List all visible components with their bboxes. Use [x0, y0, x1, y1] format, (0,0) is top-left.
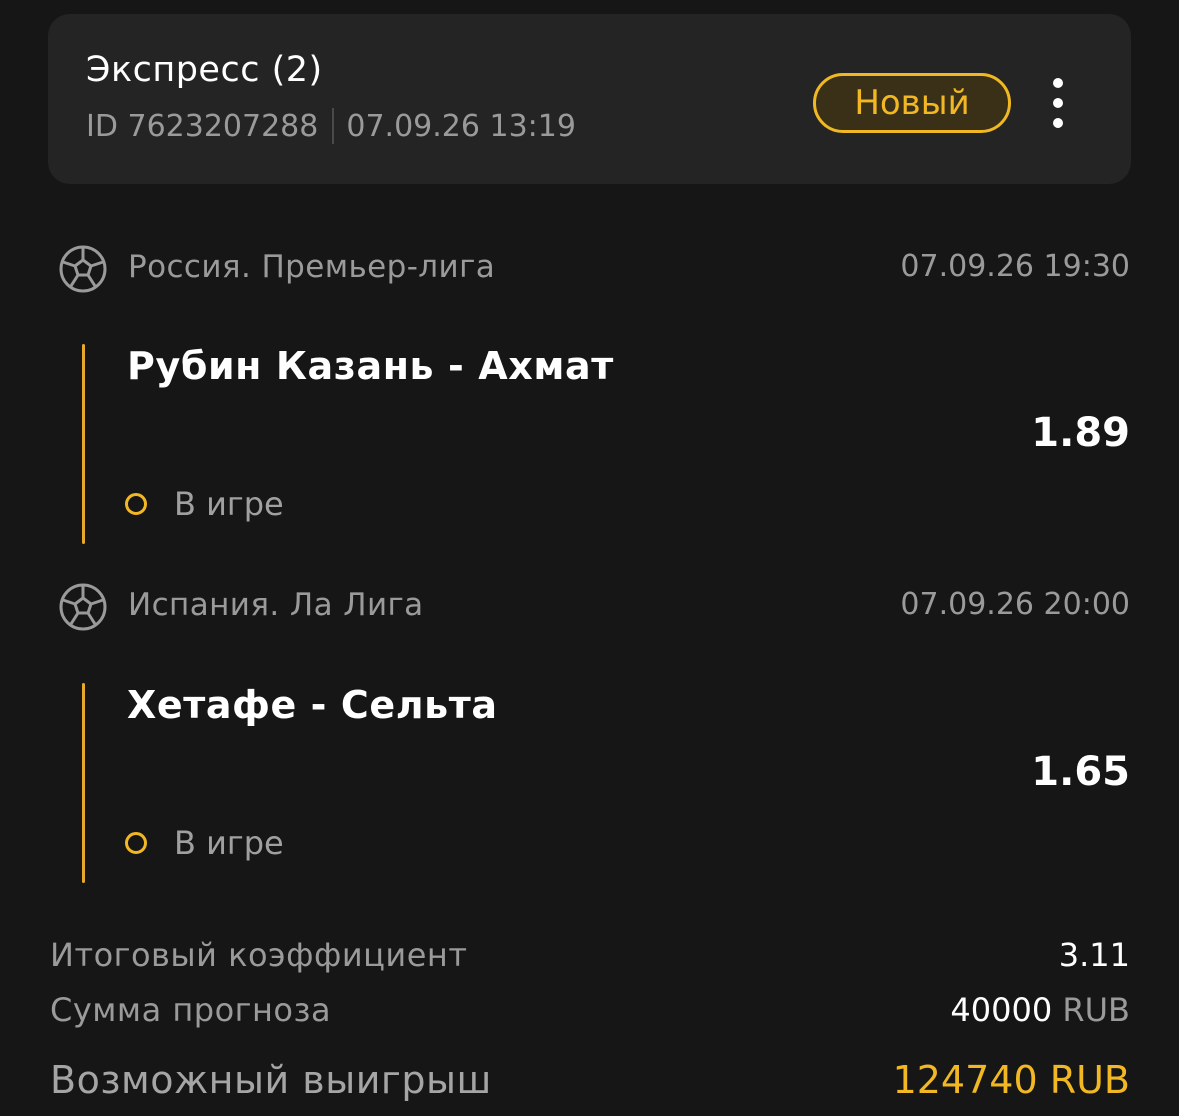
stake-value: 40000 RUB [950, 991, 1130, 1029]
total-odds-value: 3.11 [1058, 936, 1130, 974]
event-item[interactable]: Хетафе - Сельта 1.65 В игре [82, 683, 1130, 883]
event-item[interactable]: Рубин Казань - Ахмат 1.89 В игре [82, 344, 1130, 544]
league-name: Испания. Ла Лига [128, 587, 424, 623]
more-options-icon[interactable] [1038, 78, 1078, 128]
match-name: Хетафе - Сельта [127, 683, 498, 727]
possible-win-value: 124740 RUB [892, 1058, 1130, 1102]
league-name: Россия. Премьер-лига [128, 249, 496, 285]
more-dot [1053, 78, 1063, 88]
event-start-time: 07.09.26 19:30 [900, 249, 1130, 284]
event-odds: 1.65 [1031, 749, 1130, 795]
more-dot [1053, 98, 1063, 108]
event-status-text: В игре [174, 824, 284, 862]
soccer-ball-icon [59, 245, 107, 293]
stake-row: Сумма прогноза 40000 RUB [50, 991, 1130, 1029]
stake-currency: RUB [1062, 991, 1130, 1029]
bet-header-card: Экспресс (2) ID 7623207288 07.09.26 13:1… [48, 14, 1131, 184]
event-accent-bar [82, 344, 85, 544]
soccer-ball-icon [59, 583, 107, 631]
event-start-time: 07.09.26 20:00 [900, 587, 1130, 622]
match-name: Рубин Казань - Ахмат [127, 344, 614, 388]
bet-meta: ID 7623207288 07.09.26 13:19 [86, 108, 576, 144]
stake-amount: 40000 [950, 991, 1053, 1029]
total-odds-row: Итоговый коэффициент 3.11 [50, 936, 1130, 974]
event-league-row: Россия. Премьер-лига 07.09.26 19:30 [58, 244, 1130, 296]
status-badge[interactable]: Новый [813, 73, 1011, 133]
possible-win-label: Возможный выигрыш [50, 1058, 492, 1102]
total-odds-label: Итоговый коэффициент [50, 936, 468, 974]
event-odds: 1.89 [1031, 410, 1130, 456]
event-status-text: В игре [174, 485, 284, 523]
more-dot [1053, 118, 1063, 128]
event-status: В игре [125, 484, 284, 524]
stake-label: Сумма прогноза [50, 991, 332, 1029]
bet-created-date: 07.09.26 13:19 [346, 108, 576, 144]
possible-win-row: Возможный выигрыш 124740 RUB [50, 1058, 1130, 1102]
status-pending-icon [125, 832, 147, 854]
event-league-row: Испания. Ла Лига 07.09.26 20:00 [58, 582, 1130, 634]
bet-id: ID 7623207288 [86, 108, 319, 144]
event-status: В игре [125, 823, 284, 863]
meta-divider [332, 108, 335, 144]
status-pending-icon [125, 493, 147, 515]
event-accent-bar [82, 683, 85, 883]
bet-title: Экспресс (2) [86, 50, 323, 90]
